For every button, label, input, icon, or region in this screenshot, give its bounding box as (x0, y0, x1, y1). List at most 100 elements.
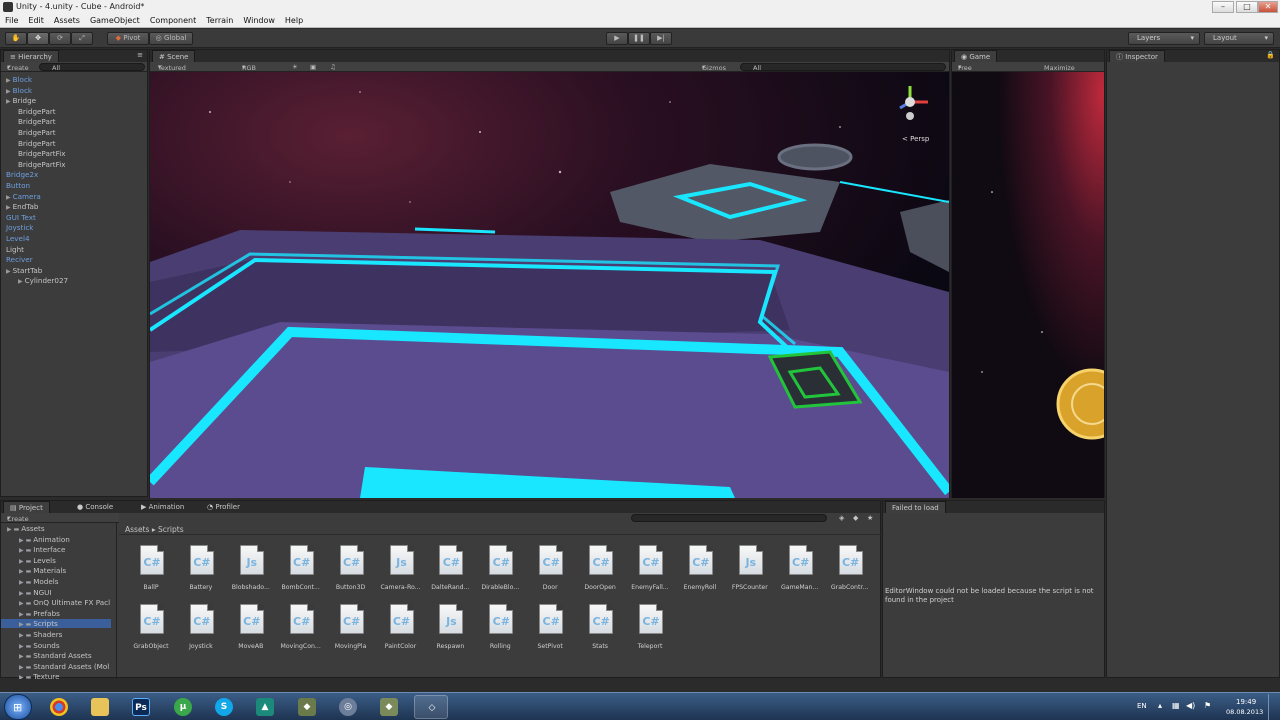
expand-arrow-icon[interactable]: ▶ (19, 537, 24, 544)
expand-arrow-icon[interactable]: ▶ (19, 643, 24, 650)
favorite-star-icon[interactable]: ★ (867, 514, 873, 522)
language-indicator[interactable]: EN (1137, 702, 1147, 710)
script-asset[interactable]: Js Blobshado... (227, 545, 275, 601)
tab-hierarchy[interactable]: ≡ Hierarchy (3, 50, 59, 62)
taskbar-photoshop[interactable]: Ps (124, 695, 158, 719)
project-folder-item[interactable]: ▶ ▬ Materials (1, 566, 111, 575)
project-search-input[interactable] (631, 514, 827, 522)
hierarchy-item[interactable]: Joystick (6, 223, 33, 232)
tray-arrow-icon[interactable]: ▴ (1158, 701, 1162, 710)
audio-toggle-icon[interactable]: ♫ (330, 63, 336, 71)
taskbar-app-2[interactable]: ◆ (372, 695, 406, 719)
clock-date[interactable]: 08.08.2013 (1226, 708, 1263, 716)
layout-dropdown[interactable]: Layout ▾ (1204, 32, 1274, 45)
expand-arrow-icon[interactable]: ▶ (6, 268, 11, 275)
hierarchy-item[interactable]: Level4 (6, 234, 30, 243)
menu-component[interactable]: Component (145, 14, 201, 27)
tray-network-icon[interactable]: ▦ (1172, 701, 1180, 710)
tab-profiler[interactable]: ◔ Profiler (201, 501, 246, 513)
hierarchy-item[interactable]: ▶ Cylinder027 (18, 276, 68, 285)
expand-arrow-icon[interactable]: ▶ (6, 204, 11, 211)
tab-inspector[interactable]: ⓘ Inspector (1109, 50, 1165, 62)
show-desktop-button[interactable] (1268, 694, 1279, 720)
script-asset[interactable]: Js Camera-Ro... (377, 545, 425, 601)
menu-help[interactable]: Help (280, 14, 308, 27)
maximize-button[interactable]: □ (1236, 1, 1258, 13)
tab-animation[interactable]: ▶ Animation (135, 501, 190, 513)
menu-terrain[interactable]: Terrain (201, 14, 238, 27)
tab-console[interactable]: ● Console (71, 501, 119, 513)
script-asset[interactable]: C# Door (526, 545, 574, 601)
menu-assets[interactable]: Assets (49, 14, 85, 27)
hierarchy-item[interactable]: ▶ StartTab (6, 266, 42, 275)
expand-arrow-icon[interactable]: ▶ (7, 526, 12, 533)
menu-file[interactable]: File (0, 14, 23, 27)
expand-arrow-icon[interactable]: ▶ (19, 568, 24, 575)
script-asset[interactable]: C# MoveAB (227, 604, 275, 660)
script-asset[interactable]: C# DoorOpen (576, 545, 624, 601)
expand-arrow-icon[interactable]: ▶ (19, 674, 24, 679)
expand-arrow-icon[interactable]: ▶ (19, 600, 24, 607)
gizmos-dropdown[interactable]: Gizmos ▾ (702, 63, 726, 72)
script-asset[interactable]: C# SetPivot (526, 604, 574, 660)
hierarchy-item[interactable]: ▶ Camera (6, 192, 41, 201)
script-asset[interactable]: C# DirableBlo... (476, 545, 524, 601)
project-folder-item[interactable]: ▶ ▬ Assets (1, 524, 111, 533)
expand-arrow-icon[interactable]: ▶ (6, 77, 11, 84)
expand-arrow-icon[interactable]: ▶ (19, 590, 24, 597)
script-asset[interactable]: C# GameMan... (776, 545, 824, 601)
script-asset[interactable]: C# PaintColor (377, 604, 425, 660)
script-asset[interactable]: Js FPSCounter (726, 545, 774, 601)
script-asset[interactable]: C# BombCont... (277, 545, 325, 601)
script-asset[interactable]: C# Rolling (476, 604, 524, 660)
projection-label[interactable]: < Persp (902, 135, 929, 143)
expand-arrow-icon[interactable]: ▶ (19, 547, 24, 554)
project-folder-item[interactable]: ▶ ▬ Animation (1, 535, 111, 544)
minimize-button[interactable]: – (1212, 1, 1234, 13)
script-asset[interactable]: C# GrabObject (127, 604, 175, 660)
menu-edit[interactable]: Edit (23, 14, 49, 27)
script-asset[interactable]: C# Button3D (327, 545, 375, 601)
project-create-dropdown[interactable]: Create ▾ (7, 514, 29, 523)
hierarchy-item[interactable]: ▶ Block (6, 75, 32, 84)
project-folder-item[interactable]: ▶ ▬ Texture (1, 672, 111, 679)
layers-dropdown[interactable]: Layers ▾ (1128, 32, 1200, 45)
scene-search-input[interactable]: All (740, 63, 946, 71)
script-asset[interactable]: C# Stats (576, 604, 624, 660)
tab-failed-to-load[interactable]: Failed to load (885, 501, 946, 513)
project-folder-item[interactable]: ▶ ▬ NGUI (1, 588, 111, 597)
project-folder-item[interactable]: ▶ ▬ Shaders (1, 630, 111, 639)
hierarchy-item[interactable]: Button (6, 181, 30, 190)
game-viewport[interactable] (952, 72, 1104, 498)
hand-tool-button[interactable]: ✋ (5, 32, 27, 45)
hierarchy-item[interactable]: ▶ Block (6, 86, 32, 95)
image-toggle-icon[interactable]: ▣ (310, 63, 316, 71)
project-folder-item[interactable]: ▶ ▬ Standard Assets (1, 651, 111, 660)
project-folder-item[interactable]: ▶ ▬ Prefabs (1, 609, 111, 618)
close-button[interactable]: ✕ (1258, 1, 1278, 13)
hierarchy-item[interactable]: GUI Text (6, 213, 36, 222)
step-button[interactable]: ▶| (650, 32, 672, 45)
clock-time[interactable]: 19:49 (1236, 698, 1256, 706)
taskbar-unity[interactable]: ◇ (414, 695, 448, 719)
taskbar-torrent[interactable]: µ (166, 695, 200, 719)
hierarchy-item[interactable]: ▶ Bridge (6, 96, 36, 105)
expand-arrow-icon[interactable]: ▶ (18, 278, 23, 285)
rotate-tool-button[interactable]: ⟳ (49, 32, 71, 45)
scale-tool-button[interactable]: ⤢ (71, 32, 93, 45)
play-button[interactable]: ▶ (606, 32, 628, 45)
tab-scene[interactable]: # Scene (152, 50, 196, 62)
script-asset[interactable]: C# Teleport (626, 604, 674, 660)
expand-arrow-icon[interactable]: ▶ (19, 664, 24, 671)
render-mode-dropdown[interactable]: RGB ▾ (242, 63, 256, 72)
menu-gameobject[interactable]: GameObject (85, 14, 145, 27)
hierarchy-item[interactable]: ▶ EndTab (6, 202, 38, 211)
hierarchy-item[interactable]: BridgePart (18, 128, 56, 137)
script-asset[interactable]: C# Battery (177, 545, 225, 601)
orientation-gizmo[interactable] (890, 80, 930, 124)
scene-viewport[interactable]: < Persp (150, 72, 949, 498)
hierarchy-item[interactable]: BridgePart (18, 139, 56, 148)
script-asset[interactable]: C# EnemyRoll (676, 545, 724, 601)
expand-arrow-icon[interactable]: ▶ (6, 194, 11, 201)
lighting-toggle-icon[interactable]: ☀ (292, 63, 298, 71)
